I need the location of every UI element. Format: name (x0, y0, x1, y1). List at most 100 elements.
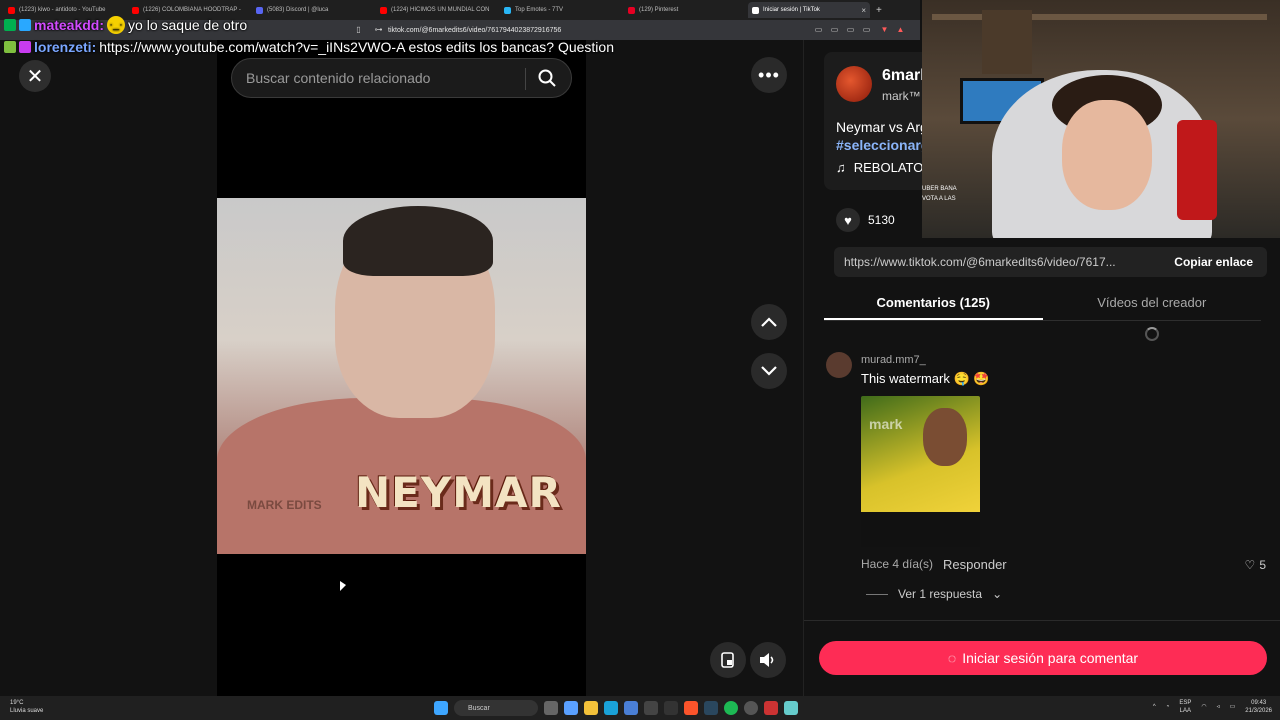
screen: (1223) kiwo - antidoto - YouTube (1226) … (0, 0, 1280, 720)
browser-tab[interactable]: (129) Pinterest (624, 2, 746, 18)
chevron-down-icon (761, 366, 777, 376)
share-icon[interactable]: ▭ (814, 25, 823, 34)
comment-like-button[interactable]: ♡ 5 (1245, 558, 1266, 572)
edge-icon[interactable] (604, 701, 618, 715)
comment-image-caption (861, 512, 980, 540)
video-title-overlay: NEYMAR (355, 468, 562, 517)
wifi-icon[interactable]: ◠ (1201, 703, 1206, 711)
chat-username: mateakdd: (34, 17, 105, 33)
youtube-icon (380, 6, 387, 14)
chat-text: yo lo saque de otro (128, 17, 248, 33)
tab-comments[interactable]: Comentarios (125) (824, 285, 1043, 320)
search-divider (525, 68, 526, 90)
view-replies-button[interactable]: Ver 1 respuesta ⌄ (866, 587, 1002, 601)
comment-login-bar: ◌ Iniciar sesión para comentar (804, 620, 1280, 696)
taskbar-apps: Buscar (434, 700, 798, 716)
previous-video-button[interactable] (751, 304, 787, 340)
speaker-icon[interactable]: ◃ (1217, 703, 1220, 711)
battery-icon[interactable]: ▭ (1230, 703, 1236, 711)
music-title: REBOLATON (853, 160, 933, 175)
tray-chevron-icon[interactable]: ^ (1153, 703, 1156, 711)
panel-tabs: Comentarios (125) Vídeos del creador (824, 285, 1261, 321)
weather-temp: 19°C (10, 700, 24, 706)
creator-nickname: mark™ (882, 89, 921, 103)
browser-tab-active[interactable]: Iniciar sesión | TikTok × (748, 2, 870, 18)
language-indicator[interactable]: ESP LAA (1179, 699, 1191, 715)
comment-image-watermark: mark (869, 416, 903, 432)
comment-bubble-icon: ◌ (947, 650, 957, 666)
widgets-icon[interactable] (564, 701, 578, 715)
mouse-cursor (340, 581, 346, 591)
commenter-username[interactable]: murad.mm7_ (861, 354, 926, 366)
creator-avatar[interactable] (836, 66, 872, 102)
app-icon[interactable] (764, 701, 778, 715)
video-subject-hair (343, 206, 493, 276)
tab-creator-videos[interactable]: Vídeos del creador (1043, 285, 1262, 320)
brave-icon[interactable]: ▼ (880, 25, 889, 34)
floating-player-button[interactable] (710, 642, 746, 678)
copy-link-button[interactable]: Copiar enlace (1174, 255, 1253, 269)
clock[interactable]: 09:43 21/3/2026 (1245, 699, 1272, 715)
chat-badge-icon (4, 19, 16, 31)
close-icon: ✕ (26, 65, 44, 88)
chat-message: mateakdd: ·_· yo lo saque de otro (0, 14, 614, 36)
chevron-down-icon: ⌄ (992, 587, 1003, 601)
comment-meta: Hace 4 día(s) Responder (861, 557, 1007, 572)
more-options-button[interactable]: ••• (751, 57, 787, 93)
replies-divider (866, 593, 888, 595)
loading-spinner-icon (1145, 327, 1159, 341)
taskbar-search[interactable]: Buscar (454, 700, 538, 716)
windows-start-icon[interactable] (434, 701, 448, 715)
like-count: 5130 (868, 213, 895, 227)
reply-button[interactable]: Responder (943, 557, 1007, 572)
music-link[interactable]: ♫ REBOLATON (836, 160, 933, 175)
volume-button[interactable] (750, 642, 786, 678)
search-icon[interactable] (537, 68, 557, 88)
obs-icon[interactable] (744, 701, 758, 715)
spotify-icon[interactable] (724, 701, 738, 715)
weather-widget[interactable]: 19°C Lluvia suave (10, 699, 43, 715)
view-replies-label: Ver 1 respuesta (898, 587, 983, 601)
comment-like-count: 5 (1259, 558, 1266, 572)
youtube-icon (8, 6, 15, 14)
comment-image[interactable]: mark (861, 396, 980, 547)
heart-icon: ♥ (844, 212, 852, 228)
like-action[interactable]: ♥ 5130 (836, 208, 895, 232)
share-link-row: https://www.tiktok.com/@6markedits6/vide… (834, 247, 1267, 277)
next-video-button[interactable] (751, 353, 787, 389)
app-icon[interactable] (644, 701, 658, 715)
rewards-icon[interactable]: ▲ (896, 25, 905, 34)
youtube-icon (132, 6, 139, 14)
steam-icon[interactable] (704, 701, 718, 715)
tiktok-icon (752, 6, 759, 14)
network-icon[interactable]: ◔ (1166, 703, 1170, 711)
app-icon[interactable] (664, 701, 678, 715)
more-icon: ••• (758, 64, 780, 85)
extension-icon[interactable]: ▭ (862, 25, 871, 34)
discord-icon (256, 6, 263, 14)
commenter-avatar[interactable] (826, 352, 852, 378)
pip-icon[interactable]: ▭ (846, 25, 855, 34)
search-input[interactable]: Buscar contenido relacionado (246, 70, 430, 86)
share-link-text[interactable]: https://www.tiktok.com/@6markedits6/vide… (834, 255, 1144, 269)
weather-text: Lluvia suave (10, 708, 44, 714)
close-button[interactable]: ✕ (19, 60, 51, 92)
like-button[interactable]: ♥ (836, 208, 860, 232)
store-icon[interactable] (624, 701, 638, 715)
music-note-icon: ♫ (836, 160, 846, 175)
related-search-bar[interactable]: Buscar contenido relacionado (231, 58, 572, 98)
pinterest-icon (628, 6, 635, 14)
chat-badge-icon (19, 19, 31, 31)
cast-icon[interactable]: ▭ (830, 25, 839, 34)
comment-time: Hace 4 día(s) (861, 557, 934, 571)
chat-text: https://www.youtube.com/watch?v=_iINs2VW… (99, 39, 614, 55)
app-icon[interactable] (784, 701, 798, 715)
file-explorer-icon[interactable] (584, 701, 598, 715)
streamer-face (1062, 100, 1152, 210)
new-tab-button[interactable]: + (876, 5, 882, 16)
task-view-icon[interactable] (544, 701, 558, 715)
close-tab-icon[interactable]: × (861, 6, 866, 15)
video-frame: MARK EDITS NEYMAR (217, 198, 586, 554)
brave-browser-icon[interactable] (684, 701, 698, 715)
login-to-comment-button[interactable]: ◌ Iniciar sesión para comentar (819, 641, 1267, 675)
